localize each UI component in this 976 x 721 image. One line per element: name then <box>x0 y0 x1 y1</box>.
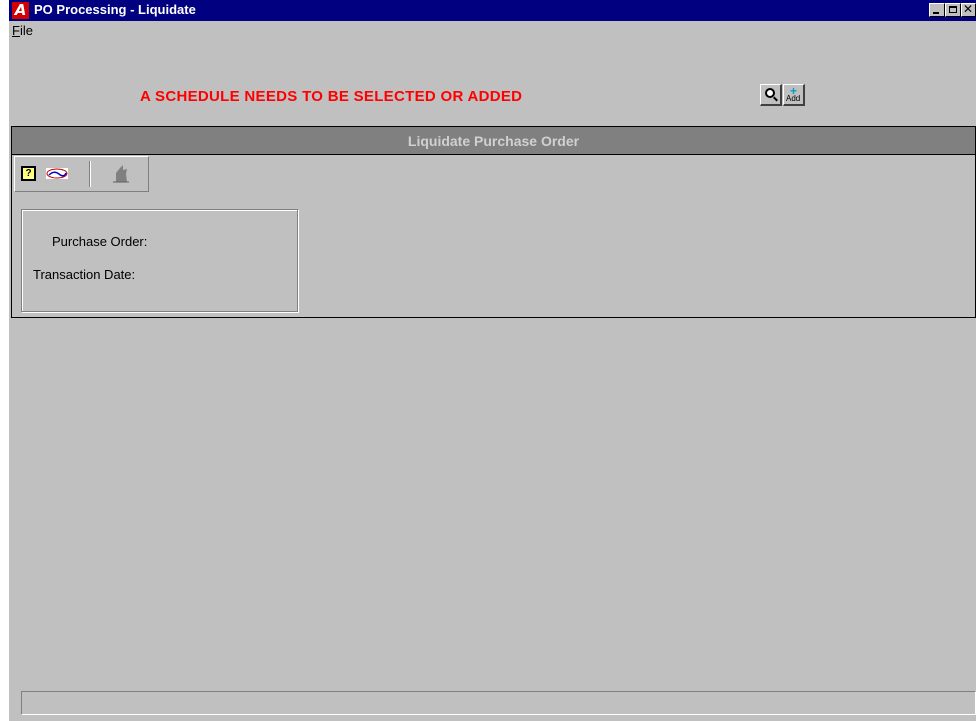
maximize-button[interactable] <box>945 3 961 17</box>
add-button-label: Add <box>786 94 801 103</box>
close-button[interactable]: ✕ <box>961 2 976 17</box>
exit-icon[interactable] <box>112 164 130 189</box>
menu-file[interactable]: File <box>12 23 33 38</box>
minimize-button[interactable] <box>929 3 945 17</box>
maximize-icon <box>949 6 957 13</box>
transaction-date-label: Transaction Date: <box>33 267 136 282</box>
close-icon: ✕ <box>963 2 974 16</box>
panel-title: Liquidate Purchase Order <box>12 127 975 155</box>
help-icon[interactable]: ? <box>21 166 36 181</box>
application-window: A PO Processing - Liquidate ✕ File A SCH… <box>9 0 976 721</box>
toolbar-separator <box>89 161 91 187</box>
app-logo-icon[interactable]: A <box>12 2 29 19</box>
menu-bar <box>9 21 976 41</box>
panel-toolbar: ? <box>14 156 149 192</box>
minimize-icon <box>933 12 939 14</box>
purchase-order-label: Purchase Order: <box>52 234 148 249</box>
add-button[interactable]: + Add <box>783 84 805 106</box>
title-bar[interactable]: A PO Processing - Liquidate ✕ <box>9 0 976 21</box>
schedule-message: A SCHEDULE NEEDS TO BE SELECTED OR ADDED <box>140 88 523 105</box>
status-bar <box>21 691 976 715</box>
po-form-group: Purchase Order: Transaction Date: <box>21 209 298 312</box>
window-title: PO Processing - Liquidate <box>34 2 196 17</box>
liquidate-panel: Liquidate Purchase Order ? Purchase Orde… <box>11 126 976 318</box>
search-button[interactable] <box>760 84 782 106</box>
logo-icon[interactable] <box>46 168 68 179</box>
